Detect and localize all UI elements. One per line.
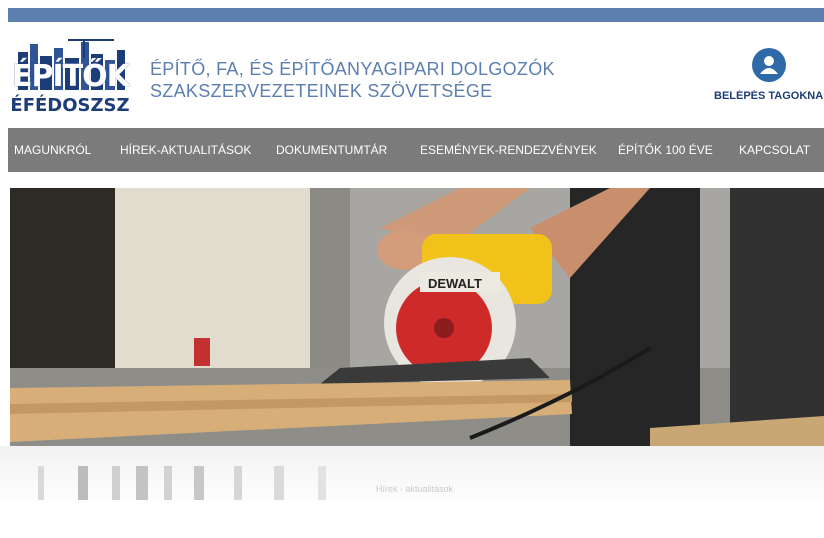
hero-banner-image: DEWALT: [10, 188, 824, 446]
logo-wordmark: ÉPÍTŐK: [12, 59, 130, 94]
site-logo[interactable]: ÉPÍTŐK ÉFÉDOSZSZ: [10, 38, 130, 116]
nav-item-news[interactable]: HÍREK-AKTUALITÁSOK: [120, 143, 251, 157]
nav-item-events[interactable]: ESEMÉNYEK-RENDEZVÉNYEK: [420, 143, 597, 157]
login-label[interactable]: BELÉPÉS TAGOKNAK: [714, 90, 824, 102]
saw-brand-label: DEWALT: [428, 276, 482, 291]
nav-item-100-years[interactable]: ÉPÍTŐK 100 ÉVE: [618, 143, 713, 157]
nav-item-about[interactable]: MAGUNKRÓL: [14, 143, 91, 157]
top-accent-bar: [8, 8, 824, 22]
org-name-line-2: SZAKSZERVEZETEINEK SZÖVETSÉGE: [150, 81, 493, 101]
org-name-line-1: ÉPÍTŐ, FA, ÉS ÉPÍTŐANYAGIPARI DOLGOZÓK: [150, 59, 555, 79]
logo-abbreviation: ÉFÉDOSZSZ: [10, 95, 130, 116]
nav-item-documents[interactable]: DOKUMENTUMTÁR: [276, 143, 387, 157]
main-navigation: MAGUNKRÓL HÍREK-AKTUALITÁSOK DOKUMENTUMT…: [8, 128, 824, 172]
site-header: ÉPÍTŐK ÉFÉDOSZSZ ÉPÍTŐ, FA, ÉS ÉPÍTŐANYA…: [0, 22, 824, 122]
user-icon[interactable]: [752, 48, 786, 82]
news-section-link[interactable]: Hírek - aktualitások: [376, 484, 453, 494]
faded-thumbnail-strip: [38, 466, 326, 500]
organization-name: ÉPÍTŐ, FA, ÉS ÉPÍTŐANYAGIPARI DOLGOZÓK S…: [150, 58, 570, 102]
member-login-link[interactable]: BELÉPÉS TAGOKNAK: [700, 46, 824, 106]
nav-item-contact[interactable]: KAPCSOLAT: [739, 143, 810, 157]
